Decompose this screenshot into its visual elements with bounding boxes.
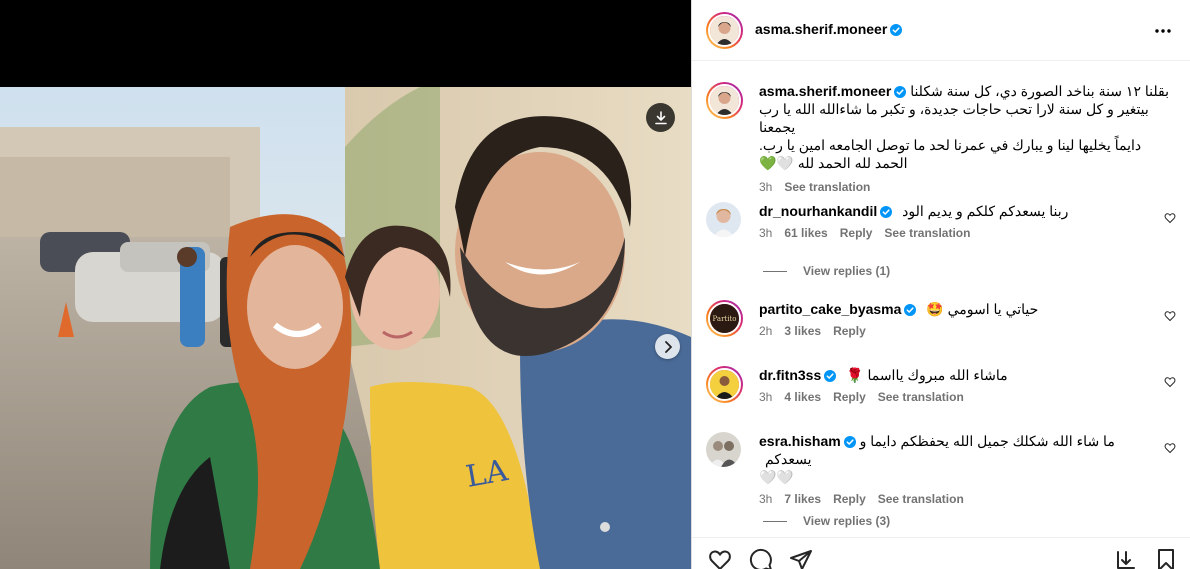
caption-line-3: دايماً يخليها لينا و يبارك في عمرنا لحد … [759,137,1142,153]
verified-badge-icon [880,206,893,218]
caption-username[interactable]: asma.sherif.moneer [759,83,891,99]
caption-see-translation[interactable]: See translation [784,180,870,194]
post-actions-bar [692,537,1190,569]
heart-icon[interactable] [1164,310,1176,322]
comment-text: ربنا يسعدكم كلكم و يديم الود [902,203,1069,219]
verified-badge-icon [894,86,907,98]
bookmark-icon[interactable] [1154,548,1178,569]
commenter-avatar[interactable] [706,432,741,467]
comment-see-translation[interactable]: See translation [878,390,964,404]
verified-badge-icon [904,304,917,316]
view-replies-label: View replies (3) [803,514,891,528]
svg-text:Partito: Partito [713,315,737,323]
chevron-right-icon [664,340,672,353]
comment-see-translation[interactable]: See translation [884,226,970,240]
caption-content: asma.sherif.moneer بقلنا ١٢ سنة بناخد ال… [759,82,1169,194]
save-to-collection-icon[interactable] [1114,548,1138,569]
view-replies-button[interactable]: View replies (1) [763,264,890,278]
comment-likes[interactable]: 4 likes [784,390,821,404]
heart-icon[interactable] [1164,212,1176,224]
commenter-avatar[interactable]: Partito [706,300,743,337]
comment-see-translation[interactable]: See translation [878,492,964,506]
comment-username[interactable]: partito_cake_byasma [759,301,901,317]
caption-line-2: بيتغير و كل سنة لارا تحب حاجات جديدة، و … [759,101,1149,135]
comment-reply-button[interactable]: Reply [833,390,866,404]
comment-timestamp[interactable]: 3h [759,390,772,404]
share-icon[interactable] [789,548,813,569]
post-photo[interactable]: LA [0,87,691,569]
comment-timestamp[interactable]: 3h [759,492,772,506]
comment-likes[interactable]: 61 likes [784,226,827,240]
comment-likes[interactable]: 7 likes [784,492,821,506]
caption-line-4: الحمد لله الحمد لله 🤍💚 [759,155,908,171]
comment-reply-button[interactable]: Reply [840,226,873,240]
verified-badge-icon [843,436,856,448]
author-username[interactable]: asma.sherif.moneer [755,21,887,39]
download-icon [654,110,667,124]
more-horizontal-icon [1155,29,1171,33]
download-button[interactable] [646,103,675,132]
comment-timestamp[interactable]: 2h [759,324,772,338]
verified-badge-icon [890,24,903,36]
author-avatar[interactable] [706,82,743,119]
commenter-avatar[interactable] [706,202,741,237]
caption-line-1: بقلنا ١٢ سنة بناخد الصورة دي، كل سنة شكل… [910,83,1169,99]
comment-likes[interactable]: 3 likes [784,324,821,338]
next-slide-button[interactable] [655,334,680,359]
comment-reply-button[interactable]: Reply [833,492,866,506]
comment-icon[interactable] [749,548,773,569]
comment-username[interactable]: esra.hisham [759,433,841,449]
heart-icon[interactable] [1164,442,1176,454]
post-details-panel: asma.sherif.moneer asma.sherif.moneer بق… [691,0,1190,569]
post-media: LA [0,0,691,569]
commenter-avatar[interactable] [706,366,743,403]
more-options-button[interactable] [1154,22,1172,45]
comments-list[interactable]: asma.sherif.moneer بقلنا ١٢ سنة بناخد ال… [692,62,1190,537]
post-header: asma.sherif.moneer [692,0,1190,61]
author-avatar[interactable] [706,11,743,49]
comment-text: ماشاء الله مبروك يااسما 🌹 [846,367,1008,383]
verified-badge-icon [824,370,837,382]
comment-text-line-2: 🤍🤍 [759,469,794,485]
view-replies-button[interactable]: View replies (3) [763,514,890,528]
comment-timestamp[interactable]: 3h [759,226,772,240]
selfie-image: LA [0,87,691,569]
caption-timestamp[interactable]: 3h [759,180,772,194]
comment-text: حياتي يا اسومي 🤩 [926,301,1039,317]
comment-username[interactable]: dr.fitn3ss [759,367,821,383]
view-replies-label: View replies (1) [803,264,891,278]
comment-username[interactable]: dr_nourhankandil [759,203,877,219]
heart-icon[interactable] [1164,376,1176,388]
heart-icon[interactable] [708,548,732,569]
comment-reply-button[interactable]: Reply [833,324,866,338]
svg-text:LA: LA [463,453,510,495]
